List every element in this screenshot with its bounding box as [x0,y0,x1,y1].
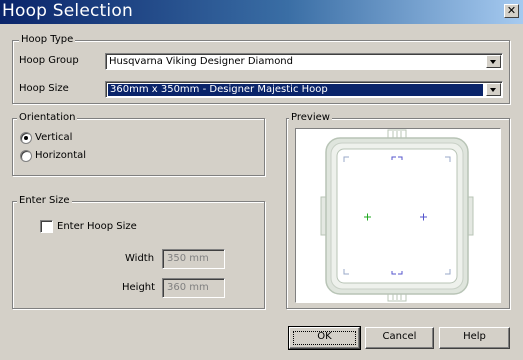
hoop-type-group: Hoop Type Hoop Group Husqvarna Viking De… [12,34,510,104]
hoop-group-label: Hoop Group [19,55,79,66]
vertical-label[interactable]: Vertical [35,132,72,144]
cancel-button[interactable]: Cancel [365,327,434,349]
help-button[interactable]: Help [439,327,510,349]
cancel-label: Cancel [382,331,417,342]
orientation-group: Orientation Vertical Horizontal [12,112,265,176]
height-field[interactable]: 360 mm [162,278,225,298]
hoop-size-select[interactable]: 360mm x 350mm - Designer Majestic Hoop [105,81,503,98]
vertical-radio[interactable] [20,132,32,144]
hoop-size-value: 360mm x 350mm - Designer Majestic Hoop [108,84,483,96]
window-title: Hoop Selection [2,1,133,21]
horizontal-label[interactable]: Horizontal [35,150,86,162]
width-label: Width [125,253,155,264]
preview-legend: Preview [289,112,332,124]
hoop-type-legend: Hoop Type [19,34,76,46]
close-button[interactable]: ✕ [504,4,519,18]
help-label: Help [463,331,486,342]
hoop-illustration [320,129,474,302]
width-field[interactable]: 350 mm [162,249,225,269]
enter-hoop-size-checkbox[interactable] [40,220,53,233]
horizontal-radio[interactable] [20,150,32,162]
hoop-group-select[interactable]: Husqvarna Viking Designer Diamond [105,53,503,70]
enter-size-legend: Enter Size [17,195,72,207]
focus-rect [293,331,356,345]
enter-hoop-size-label[interactable]: Enter Hoop Size [57,221,137,233]
hoop-size-label: Hoop Size [19,83,69,94]
enter-size-group: Enter Size Enter Hoop Size Width 350 mm … [12,195,265,309]
height-label: Height [122,282,156,293]
chevron-down-icon[interactable] [486,55,501,68]
hoop-preview [295,128,501,303]
orientation-legend: Orientation [17,112,78,124]
chevron-down-icon[interactable] [486,83,501,96]
close-icon: ✕ [506,4,517,17]
title-bar[interactable]: Hoop Selection ✕ [0,0,523,24]
ok-button[interactable]: OK [288,326,361,350]
preview-group: Preview [286,112,510,309]
hoop-group-value: Husqvarna Viking Designer Diamond [109,56,293,67]
